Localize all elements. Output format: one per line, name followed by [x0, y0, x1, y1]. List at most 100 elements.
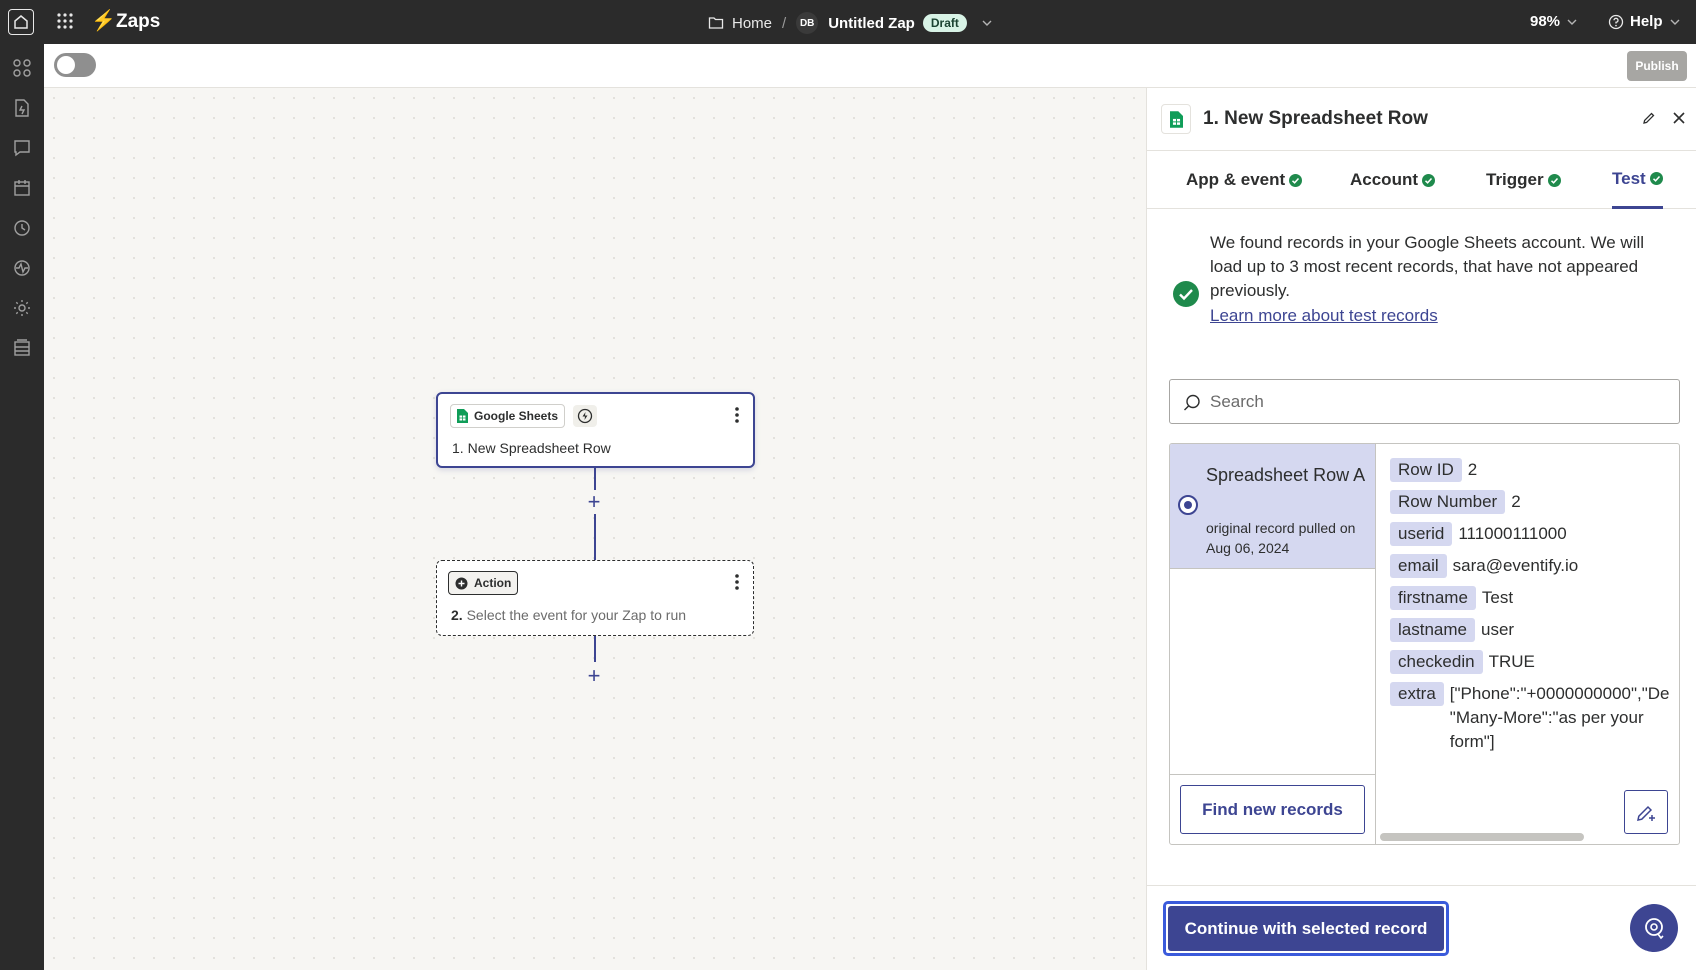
check-circle-icon: [1422, 173, 1435, 187]
history-icon[interactable]: [12, 218, 32, 238]
chevron-down-icon: [1567, 19, 1577, 25]
continue-button-label: Continue with selected record: [1168, 906, 1444, 951]
pencil-icon[interactable]: [1641, 110, 1657, 126]
support-chat-button[interactable]: [1630, 904, 1678, 952]
field-key: extra: [1390, 682, 1444, 706]
add-step-icon[interactable]: +: [586, 491, 602, 513]
record-detail: Row ID 2 Row Number 2 userid 11100011100…: [1376, 444, 1679, 844]
action-chip-label: Action: [474, 576, 512, 590]
breadcrumb: Home / DB Untitled Zap Draft: [708, 12, 993, 34]
record-radio-selected[interactable]: [1178, 495, 1198, 515]
zoom-dropdown[interactable]: 98%: [1530, 13, 1578, 30]
success-check-icon: [1173, 281, 1199, 307]
step-number: 1.: [452, 440, 464, 456]
field-value: user: [1480, 620, 1515, 639]
trigger-bolt-icon: [577, 408, 593, 424]
step-label: New Spreadsheet Row: [467, 440, 611, 456]
breadcrumb-home-link[interactable]: Home: [732, 15, 772, 32]
avatar[interactable]: DB: [796, 12, 819, 34]
connector-line: [594, 514, 596, 560]
zap-name[interactable]: Untitled Zap: [828, 15, 915, 32]
field-key: firstname: [1390, 586, 1476, 610]
field-value: TRUE: [1488, 652, 1535, 671]
chevron-down-icon[interactable]: [981, 17, 993, 29]
field-key: lastname: [1390, 618, 1475, 642]
add-field-button[interactable]: [1624, 790, 1668, 834]
horizontal-scrollbar[interactable]: [1380, 833, 1584, 841]
zap-canvas[interactable]: Google Sheets 1. New Spreadsheet Row + A…: [44, 88, 1146, 970]
field-value: 2: [1467, 460, 1478, 479]
settings-gear-icon[interactable]: [12, 298, 32, 318]
folder-icon: [708, 17, 724, 29]
tab-label: Test: [1612, 168, 1646, 188]
field-key: Row ID: [1390, 458, 1462, 482]
trigger-step-node[interactable]: Google Sheets 1. New Spreadsheet Row: [436, 392, 755, 468]
support-agent-icon: [1645, 918, 1664, 940]
tab-account[interactable]: Account: [1350, 151, 1435, 209]
step-number: 2.: [451, 607, 463, 623]
check-circle-icon: [1289, 173, 1303, 187]
zoom-level: 98%: [1530, 13, 1561, 30]
google-sheets-icon: [457, 409, 468, 423]
field-value: Test: [1481, 588, 1514, 607]
record-field: firstname Test: [1390, 586, 1513, 610]
zap-file-icon[interactable]: [12, 98, 32, 118]
list-item[interactable]: Spreadsheet Row A original record pulled…: [1170, 444, 1375, 569]
app-chip: Google Sheets: [450, 404, 566, 428]
close-icon[interactable]: [1670, 109, 1688, 127]
find-new-records-button[interactable]: Find new records: [1180, 785, 1365, 834]
home-button[interactable]: [8, 9, 34, 35]
tables-icon[interactable]: [12, 338, 32, 358]
search-icon: [1184, 394, 1200, 411]
record-field: checkedin TRUE: [1390, 650, 1535, 674]
records-list: Spreadsheet Row A original record pulled…: [1170, 444, 1376, 844]
calendar-icon[interactable]: [12, 178, 32, 198]
tab-app-and-event[interactable]: App & event: [1186, 151, 1303, 209]
field-value: 2: [1511, 492, 1521, 511]
editor-toolbar: Publish: [44, 44, 1696, 88]
app-title[interactable]: Zaps: [116, 11, 160, 33]
tab-label: Account: [1350, 170, 1418, 189]
trigger-status-button[interactable]: [573, 405, 597, 427]
learn-more-link[interactable]: Learn more about test records: [1210, 306, 1438, 326]
tab-label: App & event: [1186, 170, 1286, 189]
add-step-icon[interactable]: +: [586, 665, 602, 687]
field-value: 111000111000: [1458, 524, 1567, 543]
apps-icon[interactable]: [12, 58, 32, 78]
more-options-icon[interactable]: [735, 406, 739, 424]
panel-footer: Continue with selected record: [1147, 885, 1696, 970]
zap-on-off-toggle[interactable]: [54, 53, 96, 77]
help-label: Help: [1630, 13, 1663, 30]
activity-icon[interactable]: [12, 258, 32, 278]
publish-button[interactable]: Publish: [1627, 51, 1687, 81]
tab-trigger[interactable]: Trigger: [1486, 151, 1561, 209]
chevron-down-icon: [1670, 19, 1680, 25]
search-input[interactable]: [1210, 386, 1670, 418]
google-sheets-icon: [1161, 104, 1191, 134]
check-circle-icon: [1649, 172, 1663, 185]
chat-icon[interactable]: [12, 138, 32, 158]
notice-message: We found records in your Google Sheets a…: [1210, 233, 1645, 300]
record-field: Row ID 2: [1390, 458, 1477, 482]
record-name: Spreadsheet Row A: [1206, 465, 1366, 485]
record-subtitle: original record pulled on Aug 06, 2024: [1206, 520, 1356, 556]
tab-label: Trigger: [1486, 170, 1544, 189]
help-menu[interactable]: Help: [1608, 13, 1681, 30]
step-editor-panel: 1. New Spreadsheet Row App & event Accou…: [1146, 88, 1696, 970]
edit-plus-icon: [1637, 805, 1655, 821]
field-value: ["Phone":"+0000000000","De "Many-More":"…: [1449, 684, 1670, 751]
record-field: Row Number 2: [1390, 490, 1521, 514]
test-records-notice: We found records in your Google Sheets a…: [1147, 209, 1696, 339]
app-name: Google Sheets: [474, 409, 559, 423]
panel-header: 1. New Spreadsheet Row: [1147, 88, 1696, 151]
action-chip: Action: [448, 571, 519, 595]
breadcrumb-separator: /: [782, 14, 787, 32]
apps-grid-icon[interactable]: [56, 12, 74, 30]
trigger-step-title: 1. New Spreadsheet Row: [452, 440, 611, 456]
continue-button[interactable]: Continue with selected record: [1163, 901, 1449, 956]
more-options-icon[interactable]: [735, 573, 739, 591]
status-badge: Draft: [922, 14, 967, 32]
tab-test[interactable]: Test: [1612, 151, 1663, 209]
action-step-node[interactable]: Action 2. Select the event for your Zap …: [436, 560, 754, 636]
divider: [1170, 774, 1375, 775]
